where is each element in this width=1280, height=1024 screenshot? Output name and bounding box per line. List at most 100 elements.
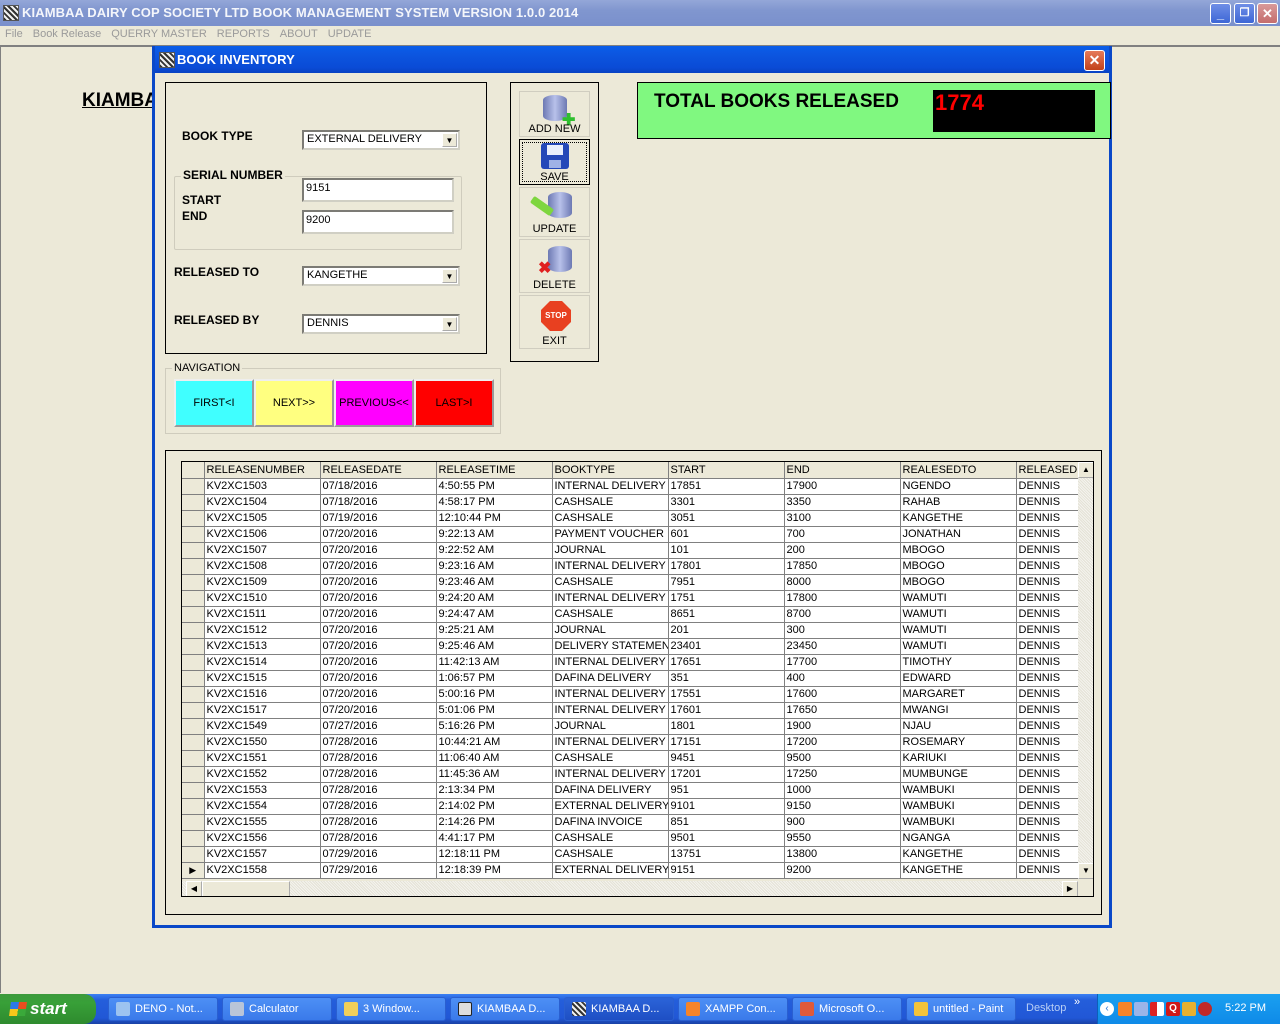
table-cell[interactable]: 9500 <box>784 750 901 767</box>
table-cell[interactable]: MARGARET <box>900 686 1017 703</box>
minimize-button[interactable]: _ <box>1210 3 1231 24</box>
table-cell[interactable]: 07/20/2016 <box>320 670 437 687</box>
table-cell[interactable]: 07/20/2016 <box>320 574 437 591</box>
table-cell[interactable]: 12:18:39 PM <box>436 862 553 879</box>
table-cell[interactable]: CASHSALE <box>552 510 669 527</box>
table-cell[interactable]: 700 <box>784 526 901 543</box>
table-cell[interactable]: INTERNAL DELIVERY <box>552 766 669 783</box>
table-cell[interactable]: 2:14:26 PM <box>436 814 553 831</box>
row-selector[interactable] <box>182 686 205 703</box>
table-cell[interactable]: 1751 <box>668 590 785 607</box>
table-cell[interactable]: ROSEMARY <box>900 734 1017 751</box>
table-cell[interactable]: KV2XC1512 <box>204 622 321 639</box>
table-cell[interactable]: 07/29/2016 <box>320 846 437 863</box>
table-cell[interactable]: MBOGO <box>900 558 1017 575</box>
scroll-left-icon[interactable]: ◀ <box>186 881 202 896</box>
table-cell[interactable]: 8000 <box>784 574 901 591</box>
table-cell[interactable]: 07/20/2016 <box>320 526 437 543</box>
horizontal-scroll-thumb[interactable] <box>202 881 290 896</box>
table-cell[interactable]: KV2XC1558 <box>204 862 321 879</box>
table-cell[interactable]: DENNIS <box>1016 526 1081 543</box>
table-cell[interactable]: KV2XC1507 <box>204 542 321 559</box>
table-row[interactable]: KV2XC1514 07/20/2016 11:42:13 AM INTERNAL D… <box>182 654 1081 671</box>
menu-querry-master[interactable]: QUERRY MASTER <box>106 26 212 42</box>
table-cell[interactable]: 11:45:36 AM <box>436 766 553 783</box>
table-row[interactable]: KV2XC1510 07/20/2016 9:24:20 AM INTERNAL DE… <box>182 590 1081 607</box>
table-cell[interactable]: INTERNAL DELIVERY <box>552 734 669 751</box>
table-cell[interactable]: KV2XC1551 <box>204 750 321 767</box>
row-selector[interactable] <box>182 814 205 831</box>
table-cell[interactable]: INTERNAL DELIVERY <box>552 686 669 703</box>
table-cell[interactable]: 07/19/2016 <box>320 510 437 527</box>
row-selector[interactable] <box>182 750 205 767</box>
table-cell[interactable]: 9:22:52 AM <box>436 542 553 559</box>
menu-book-release[interactable]: Book Release <box>28 26 107 42</box>
table-cell[interactable]: 23450 <box>784 638 901 655</box>
table-cell[interactable]: 5:16:26 PM <box>436 718 553 735</box>
table-cell[interactable]: DENNIS <box>1016 670 1081 687</box>
table-cell[interactable]: KV2XC1557 <box>204 846 321 863</box>
table-cell[interactable]: KANGETHE <box>900 510 1017 527</box>
table-cell[interactable]: DENNIS <box>1016 654 1081 671</box>
table-cell[interactable]: 4:41:17 PM <box>436 830 553 847</box>
start-input[interactable]: 9151 <box>302 178 454 202</box>
table-cell[interactable]: DENNIS <box>1016 814 1081 831</box>
taskbar-item-office[interactable]: Microsoft O... <box>792 997 902 1021</box>
table-cell[interactable]: 1801 <box>668 718 785 735</box>
table-cell[interactable]: INTERNAL DELIVERY <box>552 590 669 607</box>
table-cell[interactable]: 13751 <box>668 846 785 863</box>
table-cell[interactable]: WAMBUKI <box>900 798 1017 815</box>
taskbar-item-kiambaa-2[interactable]: KIAMBAA D... <box>564 997 674 1021</box>
table-cell[interactable]: 07/29/2016 <box>320 862 437 879</box>
column-header[interactable]: START <box>668 462 785 479</box>
table-cell[interactable]: 5:01:06 PM <box>436 702 553 719</box>
row-selector[interactable] <box>182 574 205 591</box>
table-row[interactable]: KV2XC1554 07/28/2016 2:14:02 PM EXTERNAL DE… <box>182 798 1081 815</box>
table-cell[interactable]: DENNIS <box>1016 718 1081 735</box>
table-cell[interactable]: 17600 <box>784 686 901 703</box>
table-cell[interactable]: 1000 <box>784 782 901 799</box>
row-selector[interactable] <box>182 638 205 655</box>
table-cell[interactable]: WAMUTI <box>900 638 1017 655</box>
table-cell[interactable]: 4:58:17 PM <box>436 494 553 511</box>
table-cell[interactable]: KV2XC1552 <box>204 766 321 783</box>
table-cell[interactable]: JOURNAL <box>552 542 669 559</box>
last-button[interactable]: LAST>I <box>414 379 494 427</box>
row-selector[interactable] <box>182 542 205 559</box>
table-cell[interactable]: CASHSALE <box>552 606 669 623</box>
table-cell[interactable]: KV2XC1515 <box>204 670 321 687</box>
table-cell[interactable]: 201 <box>668 622 785 639</box>
table-cell[interactable]: 7951 <box>668 574 785 591</box>
table-row[interactable]: KV2XC1551 07/28/2016 11:06:40 AM CASHSALE 94… <box>182 750 1081 767</box>
row-selector[interactable] <box>182 782 205 799</box>
table-cell[interactable]: KV2XC1553 <box>204 782 321 799</box>
table-cell[interactable]: 07/20/2016 <box>320 590 437 607</box>
table-cell[interactable]: 2:14:02 PM <box>436 798 553 815</box>
table-cell[interactable]: 07/20/2016 <box>320 638 437 655</box>
table-cell[interactable]: KANGETHE <box>900 862 1017 879</box>
table-cell[interactable]: 17151 <box>668 734 785 751</box>
table-cell[interactable]: KV2XC1517 <box>204 702 321 719</box>
table-cell[interactable]: 17851 <box>668 478 785 495</box>
add-new-button[interactable]: ✚ ADD NEW <box>519 91 590 137</box>
table-cell[interactable]: 07/20/2016 <box>320 622 437 639</box>
table-cell[interactable]: 300 <box>784 622 901 639</box>
table-cell[interactable]: INTERNAL DELIVERY <box>552 702 669 719</box>
chevron-down-icon[interactable]: ▼ <box>442 133 457 147</box>
table-cell[interactable]: 12:18:11 PM <box>436 846 553 863</box>
row-selector[interactable] <box>182 526 205 543</box>
menu-about[interactable]: ABOUT <box>275 26 323 42</box>
table-cell[interactable]: 2:13:34 PM <box>436 782 553 799</box>
book-type-select[interactable]: EXTERNAL DELIVERY ▼ <box>302 130 460 150</box>
shield-tray-icon[interactable] <box>1150 1002 1164 1016</box>
table-cell[interactable]: 07/18/2016 <box>320 494 437 511</box>
table-cell[interactable]: 851 <box>668 814 785 831</box>
table-cell[interactable]: DENNIS <box>1016 734 1081 751</box>
table-cell[interactable]: CASHSALE <box>552 830 669 847</box>
table-cell[interactable]: DENNIS <box>1016 542 1081 559</box>
row-selector[interactable] <box>182 654 205 671</box>
table-cell[interactable]: RAHAB <box>900 494 1017 511</box>
dialog-close-button[interactable]: ✕ <box>1084 50 1105 71</box>
table-row[interactable]: KV2XC1549 07/27/2016 5:16:26 PM JOURNAL 1801… <box>182 718 1081 735</box>
table-cell[interactable]: DENNIS <box>1016 702 1081 719</box>
